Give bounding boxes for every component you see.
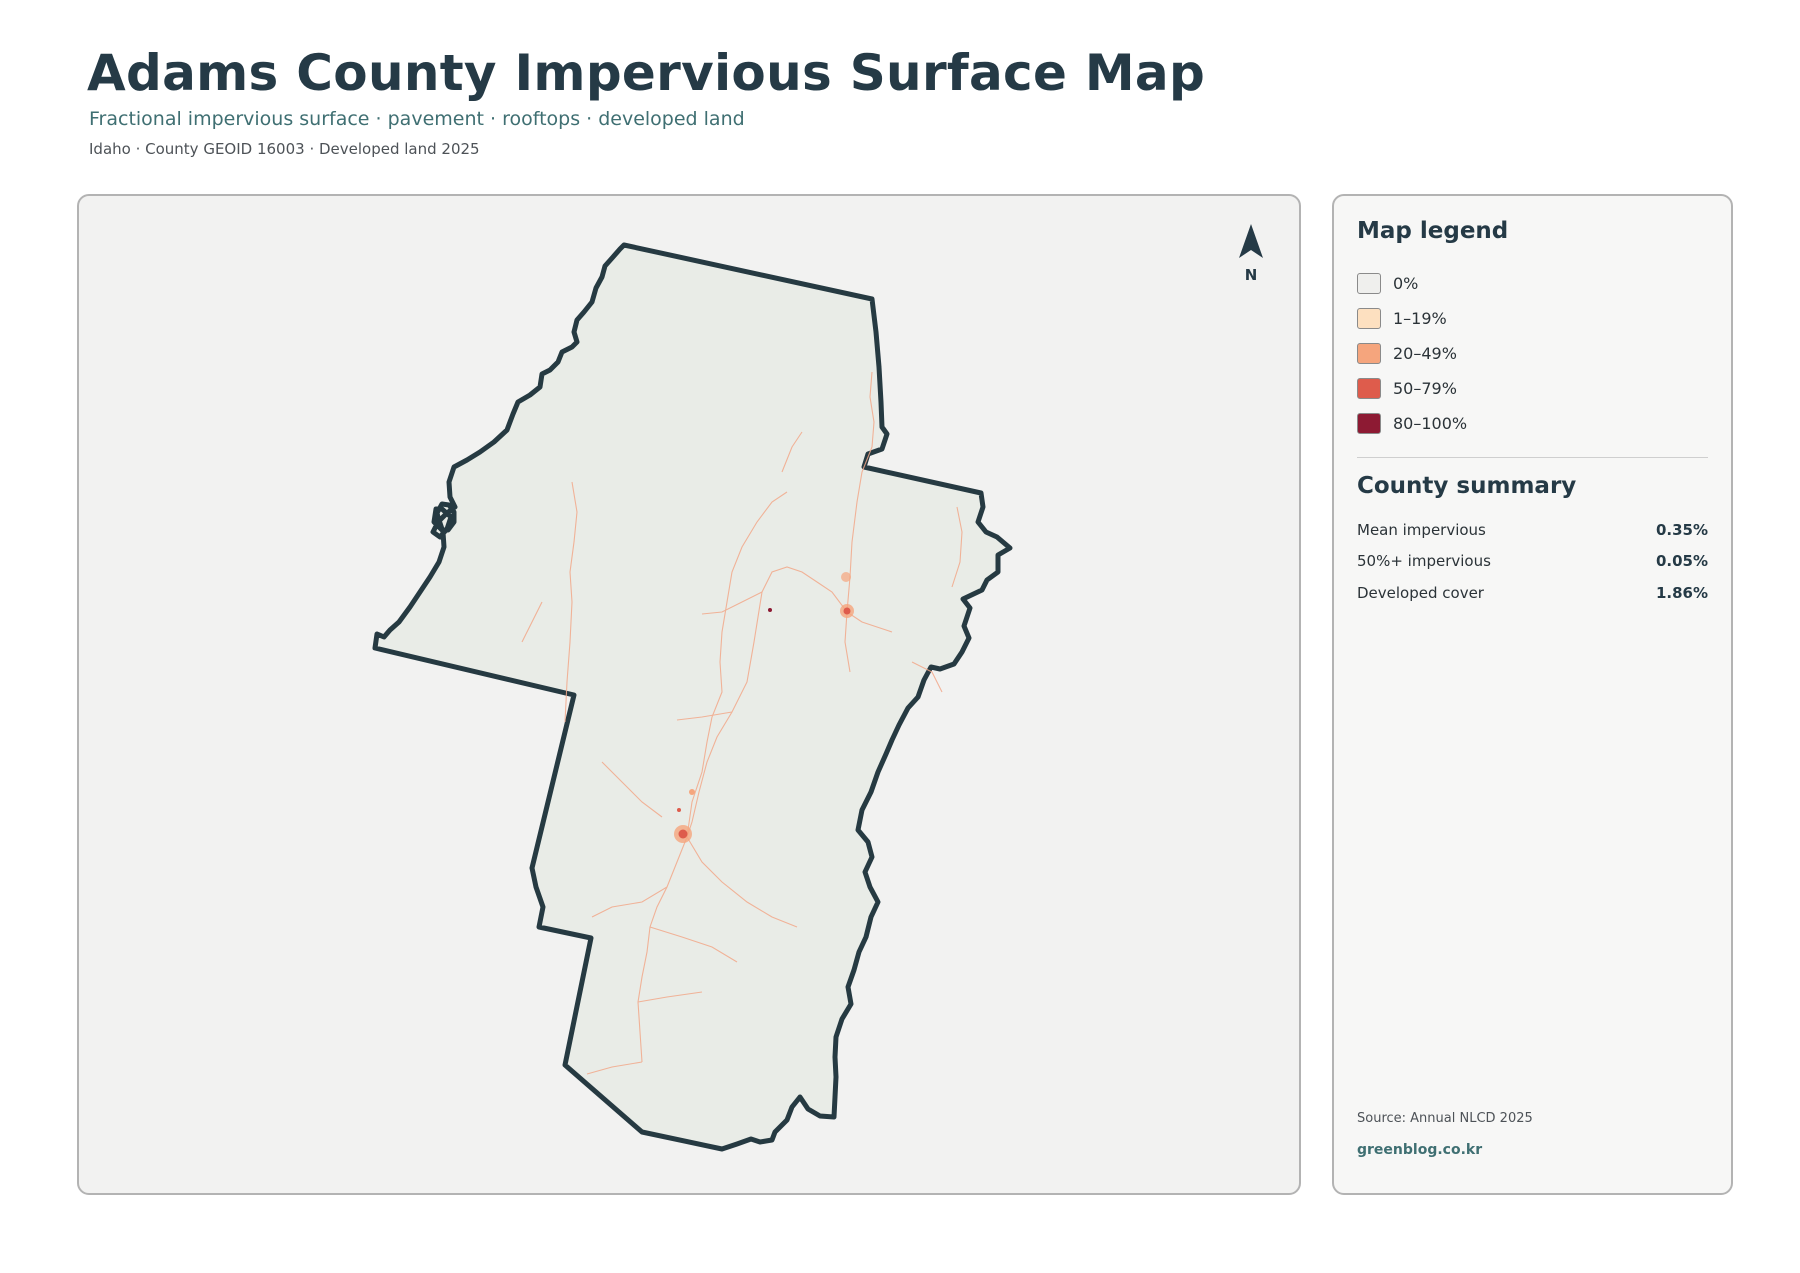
legend-swatch-0: [1357, 273, 1381, 294]
legend-swatch-2: [1357, 343, 1381, 364]
north-arrow-icon: [1239, 224, 1263, 258]
legend-swatch-3: [1357, 378, 1381, 399]
legend-swatch-1: [1357, 308, 1381, 329]
page-title: Adams County Impervious Surface Map: [87, 44, 1206, 102]
summary-label: 50%+ impervious: [1357, 552, 1491, 571]
summary-row-mean: Mean impervious 0.35%: [1357, 514, 1708, 546]
legend-label-0: 0%: [1393, 274, 1419, 293]
summary-list: Mean impervious 0.35% 50%+ impervious 0.…: [1357, 514, 1708, 609]
county-map[interactable]: [79, 196, 1301, 1195]
map-panel[interactable]: N: [77, 194, 1301, 1195]
legend-list: 0% 1–19% 20–49% 50–79% 80–100%: [1357, 266, 1467, 441]
legend-label-2: 20–49%: [1393, 344, 1457, 363]
legend-swatch-4: [1357, 413, 1381, 434]
source-note: Source: Annual NLCD 2025: [1357, 1111, 1533, 1126]
summary-title: County summary: [1357, 473, 1577, 499]
page-meta: Idaho · County GEOID 16003 · Developed l…: [89, 140, 480, 158]
summary-row-developed: Developed cover 1.86%: [1357, 577, 1708, 609]
summary-value: 0.35%: [1655, 520, 1708, 539]
north-label: N: [1244, 266, 1258, 284]
page-subtitle: Fractional impervious surface · pavement…: [89, 108, 745, 130]
legend-item-2: 20–49%: [1357, 336, 1467, 371]
legend-title: Map legend: [1357, 218, 1509, 244]
summary-label: Developed cover: [1357, 583, 1484, 602]
north-arrow: N: [1231, 224, 1271, 284]
legend-label-3: 50–79%: [1393, 379, 1457, 398]
summary-row-50plus: 50%+ impervious 0.05%: [1357, 546, 1708, 578]
legend-item-3: 50–79%: [1357, 371, 1467, 406]
legend-divider: [1357, 457, 1708, 458]
brand-link[interactable]: greenblog.co.kr: [1357, 1142, 1482, 1158]
summary-value: 1.86%: [1655, 583, 1708, 602]
county-boundary: [372, 242, 1013, 1152]
legend-label-4: 80–100%: [1393, 414, 1468, 433]
legend-label-1: 1–19%: [1393, 309, 1447, 328]
legend-item-0: 0%: [1357, 266, 1467, 301]
side-panel: Map legend 0% 1–19% 20–49% 50–79% 80–100…: [1332, 194, 1733, 1195]
legend-item-4: 80–100%: [1357, 406, 1467, 441]
legend-item-1: 1–19%: [1357, 301, 1467, 336]
summary-value: 0.05%: [1655, 552, 1708, 571]
summary-label: Mean impervious: [1357, 520, 1486, 539]
